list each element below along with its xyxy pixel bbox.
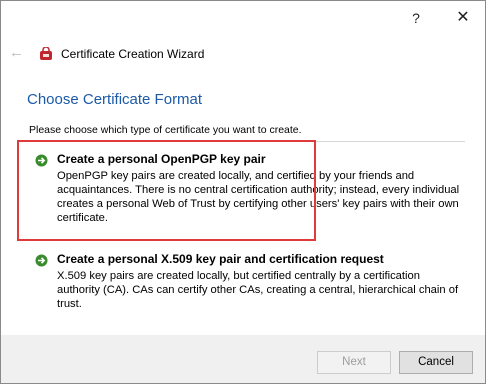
page-heading: Choose Certificate Format [27, 91, 203, 108]
cancel-button[interactable]: Cancel [399, 351, 473, 374]
option-description: X.509 key pairs are created locally, but… [57, 270, 459, 310]
wizard-title: Certificate Creation Wizard [61, 47, 205, 61]
option-x509[interactable]: Create a personal X.509 key pair and cer… [29, 251, 467, 313]
back-arrow-icon[interactable]: ← [9, 45, 25, 61]
option-title: Create a personal X.509 key pair and cer… [57, 252, 384, 266]
instruction-text: Please choose which type of certificate … [29, 124, 302, 136]
title-bar: ? ✕ [1, 1, 485, 35]
wizard-window: ? ✕ ← Certificate Creation Wizard Choose… [0, 0, 486, 384]
highlight-box [17, 140, 316, 241]
certificate-app-icon [40, 47, 52, 60]
help-button[interactable]: ? [405, 7, 427, 29]
next-button[interactable]: Next [317, 351, 391, 374]
go-arrow-icon [35, 254, 48, 267]
close-button[interactable]: ✕ [451, 7, 475, 29]
button-bar: Next Cancel [1, 335, 485, 383]
